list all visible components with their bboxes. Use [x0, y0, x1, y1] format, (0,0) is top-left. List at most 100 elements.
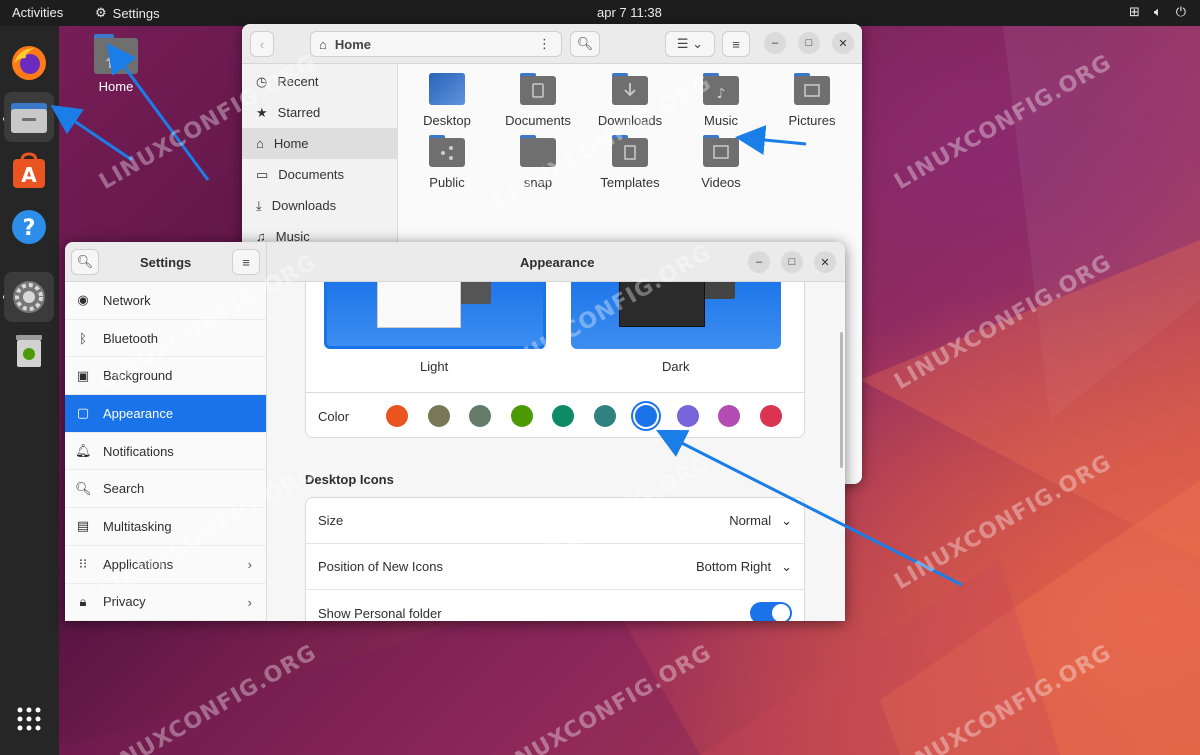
maximize-button[interactable]: □	[798, 32, 820, 54]
settings-search-button[interactable]: 🔍︎	[71, 249, 99, 275]
help-icon: ?	[12, 210, 46, 244]
desktop-folder-icon	[429, 73, 465, 105]
files-menu-button[interactable]: ≡	[722, 31, 750, 57]
document-icon: ▭	[256, 166, 269, 182]
settings-sidebar-header: 🔍︎ Settings ≡	[65, 242, 267, 282]
kebab-menu-icon[interactable]: ⋮	[538, 36, 551, 52]
minimize-button[interactable]: –	[764, 32, 786, 54]
nav-item-applications[interactable]: ⁝⁝ Applications ›	[65, 546, 266, 584]
accent-swatch[interactable]	[427, 405, 450, 427]
close-button[interactable]: ✕	[814, 251, 836, 273]
nav-item-multitasking[interactable]: ▤ Multitasking	[65, 508, 266, 546]
snap-folder-icon	[520, 135, 556, 167]
location-bar[interactable]: ⌂ Home ⋮	[310, 31, 562, 57]
folder-documents[interactable]: Documents	[492, 72, 584, 128]
nav-item-label: Bluetooth	[103, 330, 158, 346]
folder-label: Music	[704, 113, 738, 128]
folder-videos[interactable]: Videos	[675, 134, 767, 190]
close-button[interactable]: ✕	[832, 32, 854, 54]
accent-swatch[interactable]	[386, 405, 408, 427]
home-icon: ⌂	[256, 136, 264, 151]
app-menu[interactable]: ⚙ Settings	[95, 5, 160, 21]
accent-swatch[interactable]	[469, 405, 491, 427]
nav-item-search[interactable]: 🔍︎ Search	[65, 470, 266, 509]
chevron-left-icon: ‹	[259, 36, 265, 52]
scrollbar[interactable]	[840, 332, 843, 468]
accent-swatch[interactable]	[718, 405, 740, 427]
public-folder-icon	[429, 135, 465, 167]
sidebar-item-recent[interactable]: ◷ Recent	[242, 66, 397, 97]
multitasking-icon: ▤	[76, 518, 90, 534]
nav-item-label: Multitasking	[103, 518, 172, 534]
dock-software[interactable]: A	[4, 146, 54, 196]
folder-pictures[interactable]: Pictures	[766, 72, 858, 128]
minimize-button[interactable]: –	[748, 251, 770, 273]
accent-swatch[interactable]	[552, 405, 574, 427]
folder-label: Documents	[505, 113, 571, 128]
new-icon-position-value: Bottom Right	[695, 558, 772, 574]
dock-files[interactable]	[4, 92, 54, 142]
folder-templates[interactable]: Templates	[584, 134, 676, 190]
sidebar-item-documents[interactable]: ▭ Documents	[242, 159, 397, 190]
clock[interactable]: apr 7 11:38	[597, 5, 662, 20]
desktop-home-label: Home	[98, 79, 134, 94]
style-option-dark[interactable]	[571, 282, 781, 349]
folder-snap[interactable]: snap	[492, 134, 584, 190]
folder-public[interactable]: Public	[401, 134, 493, 190]
dock-trash[interactable]	[4, 326, 54, 376]
dock-settings[interactable]	[4, 272, 54, 322]
personal-folder-toggle[interactable]	[750, 602, 792, 621]
dock-help[interactable]: ?	[4, 202, 54, 252]
accent-swatch[interactable]	[635, 405, 657, 427]
view-options-button[interactable]: ☰ ⌄	[665, 31, 715, 57]
settings-menu-button[interactable]: ≡	[232, 249, 260, 275]
home-icon: ⌂	[319, 36, 327, 52]
location-label: Home	[334, 36, 371, 52]
dark-label: Dark	[662, 359, 690, 374]
folder-music[interactable]: ♪ Music	[675, 72, 767, 128]
dark-preview-window	[619, 282, 705, 327]
accent-swatch[interactable]	[593, 405, 616, 427]
bell-icon: 🔔︎	[75, 443, 92, 459]
sidebar-item-starred[interactable]: ★ Starred	[242, 97, 397, 128]
sidebar-item-label: Documents	[278, 167, 345, 182]
settings-title: Settings	[140, 255, 192, 270]
folder-label: Videos	[701, 175, 741, 190]
light-label: Light	[420, 359, 449, 374]
accent-swatch[interactable]	[759, 405, 782, 427]
list-view-icon: ☰ ⌄	[676, 36, 704, 51]
system-tray[interactable]: ⊞ 🔈︎ ⏻	[1129, 4, 1186, 20]
bluetooth-icon: ᛒ	[79, 330, 87, 346]
nav-item-privacy[interactable]: 🔒︎ Privacy ›	[65, 584, 266, 621]
dock-firefox[interactable]	[4, 38, 54, 88]
volume-icon: 🔈︎	[1153, 4, 1162, 19]
sidebar-item-label: Downloads	[271, 198, 337, 213]
music-folder-icon: ♪	[703, 73, 739, 105]
nav-item-background[interactable]: ▣ Background	[65, 357, 266, 396]
sidebar-item-downloads[interactable]: ⤓ Downloads	[242, 190, 397, 221]
icon-size-row[interactable]: Size Normal ⌄	[306, 498, 804, 544]
nav-item-notifications[interactable]: 🔔︎ Notifications	[65, 433, 266, 471]
sidebar-item-home[interactable]: ⌂ Home	[242, 128, 397, 159]
show-apps-button[interactable]	[4, 694, 54, 744]
accent-swatch[interactable]	[676, 405, 699, 427]
accent-swatch[interactable]	[510, 405, 533, 427]
nav-item-network[interactable]: ◉ Network	[65, 282, 266, 320]
nav-item-appearance[interactable]: ▢ Appearance	[65, 395, 266, 433]
folder-downloads[interactable]: Downloads	[584, 72, 676, 128]
folder-desktop[interactable]: Desktop	[401, 72, 493, 128]
new-icon-position-row[interactable]: Position of New Icons Bottom Right ⌄	[306, 544, 804, 590]
desktop-home-icon[interactable]: Home	[88, 32, 144, 94]
style-option-light[interactable]	[324, 282, 546, 349]
new-icon-position-dropdown[interactable]: Bottom Right ⌄	[696, 559, 792, 575]
minimize-icon: –	[771, 37, 779, 49]
folder-label: Downloads	[597, 113, 663, 128]
back-button[interactable]: ‹	[250, 31, 274, 57]
icon-size-dropdown[interactable]: Normal ⌄	[729, 513, 792, 529]
search-icon: 🔍︎	[75, 480, 92, 496]
activities-button[interactable]: Activities	[12, 5, 63, 20]
nav-item-bluetooth[interactable]: ᛒ Bluetooth	[65, 320, 266, 358]
color-label: Color	[318, 408, 350, 424]
maximize-button[interactable]: □	[781, 251, 803, 273]
files-search-button[interactable]: 🔍︎	[570, 31, 600, 57]
